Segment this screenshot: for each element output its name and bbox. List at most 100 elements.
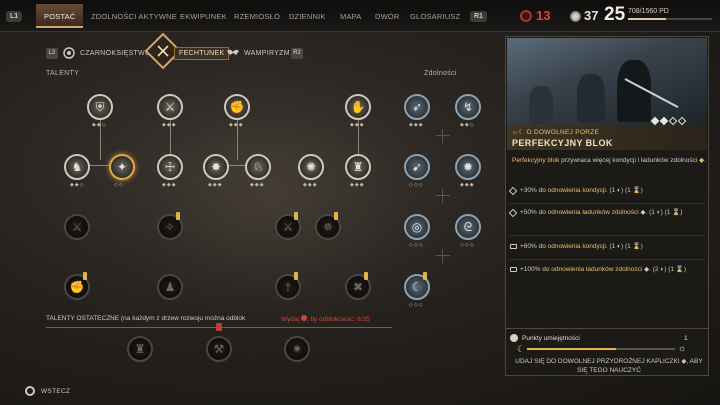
talent-node[interactable]: ♘ bbox=[245, 154, 271, 180]
talent-node[interactable]: ♞ bbox=[64, 154, 90, 180]
crossed-swords-icon bbox=[157, 45, 169, 57]
ability-rank-pips: ◆◆◆ bbox=[409, 122, 424, 128]
ability-node[interactable]: ◎ bbox=[404, 214, 430, 240]
prev-tab-key[interactable]: L1 bbox=[6, 11, 23, 22]
upgrade-prefix: +50% do bbox=[520, 209, 548, 216]
next-tab-key[interactable]: R1 bbox=[470, 11, 487, 22]
talent-title: PERFEKCYJNY BLOK bbox=[512, 138, 613, 148]
figure-icon: ♟ bbox=[164, 280, 176, 294]
talent-node-locked[interactable]: ⚔ bbox=[64, 214, 90, 240]
tab-postac[interactable]: POSTAĆ bbox=[36, 4, 84, 28]
tab-dziennik[interactable]: DZIENNIK bbox=[289, 12, 326, 21]
vampirism-tree-icon bbox=[227, 49, 239, 55]
talent-timing: ☼☾ O DOWOLNEJ PORZE bbox=[512, 129, 600, 136]
upgrade-separator bbox=[509, 203, 705, 204]
ability-node[interactable]: ➶ bbox=[404, 94, 430, 120]
slash-ability-icon: ↯ bbox=[462, 100, 474, 114]
talent-node[interactable]: ✊ bbox=[224, 94, 250, 120]
tab-glosariusz[interactable]: GLOSARIUSZ bbox=[410, 12, 460, 21]
tree-tab-vampirism[interactable]: WAMPIRYZM bbox=[244, 50, 290, 57]
talent-description-keyword: Perfekcyjny blok bbox=[512, 157, 560, 164]
talent-node[interactable]: ✺ bbox=[298, 154, 324, 180]
tab-dwor[interactable]: DWÓR bbox=[375, 12, 400, 21]
abilities-heading: Zdolności bbox=[424, 70, 457, 77]
locked-indicator-icon bbox=[364, 272, 368, 280]
book-bullet-icon bbox=[510, 267, 517, 272]
upgrade-separator bbox=[509, 235, 705, 236]
talent-node[interactable]: ⛨ bbox=[87, 94, 113, 120]
back-button-label[interactable]: WSTECZ bbox=[41, 388, 70, 395]
ultimate-unlock-cost: Wydaj , by odblokować: 8/35 bbox=[281, 315, 370, 323]
talent-rank-pips: ◆◆◆ bbox=[229, 122, 244, 128]
next-tree-key[interactable]: R2 bbox=[291, 48, 303, 59]
diamond-bullet-icon bbox=[508, 186, 518, 196]
skill-point-progress-fill bbox=[527, 348, 616, 350]
ultimate-talent-node[interactable]: ⚒ bbox=[206, 336, 232, 362]
locked-indicator-icon bbox=[294, 272, 298, 280]
upgrade-row[interactable]: +30% do odnowienia kondycji. (1 ◐) (1 ⌛) bbox=[508, 186, 705, 196]
book-bullet-icon bbox=[510, 244, 517, 249]
skill-points-label: Punkty umiejętności bbox=[522, 335, 580, 342]
ultimate-talent-node[interactable]: ✷ bbox=[284, 336, 310, 362]
tab-ekwipunek[interactable]: EKWIPUNEK bbox=[180, 12, 227, 21]
talent-node[interactable]: ✸ bbox=[203, 154, 229, 180]
tab-zdolnosci-aktywne[interactable]: ZDOLNOŚCI AKTYWNE bbox=[91, 12, 177, 21]
tree-tab-sorcery[interactable]: CZARNOKSIĘSTWO bbox=[80, 50, 151, 57]
upgrade-keyword: odnowienia kondycji bbox=[547, 187, 606, 194]
talent-description-text: przywraca więcej kondycji i ładunków zdo… bbox=[559, 157, 698, 164]
charge-icon: ◆ bbox=[699, 157, 705, 164]
xp-readout: 708/1560 PD bbox=[628, 8, 669, 15]
talent-timing-text: O DOWOLNEJ PORZE bbox=[526, 129, 600, 136]
xp-bar bbox=[628, 18, 712, 20]
talents-heading: TALENTY bbox=[46, 70, 80, 77]
prev-tree-key[interactable]: L2 bbox=[46, 48, 58, 59]
skill-point-progress bbox=[527, 348, 675, 350]
skill-points-value: 1 bbox=[684, 335, 688, 342]
upgrade-row[interactable]: +50% do odnowienia ładunków zdolności ◆.… bbox=[508, 208, 705, 218]
page-dot bbox=[677, 116, 687, 126]
talent-description: Perfekcyjny blok przywraca więcej kondyc… bbox=[512, 157, 706, 164]
lunge-ability-icon: ➹ bbox=[411, 160, 423, 174]
talent-node[interactable]: ♜ bbox=[345, 154, 371, 180]
talent-rank-pips: ◆◆◆ bbox=[162, 122, 177, 128]
upgrade-row[interactable]: +100% do odnowienia ładunków zdolności ◆… bbox=[509, 265, 705, 275]
diamond-bullet-icon bbox=[508, 208, 518, 218]
ability-node[interactable]: ᘓ bbox=[455, 214, 481, 240]
shield-icon: ⛨ bbox=[95, 99, 105, 114]
talent-node-perfect-block[interactable]: ✦ bbox=[109, 154, 135, 180]
ultimate-talent-node[interactable]: ♜ bbox=[127, 336, 153, 362]
locked-indicator-icon bbox=[294, 212, 298, 220]
talent-rank-pips: ◆◆◇ bbox=[70, 182, 85, 188]
empty-slot-cross bbox=[436, 129, 450, 143]
page-dot bbox=[659, 116, 669, 126]
talent-node[interactable]: ⚔ bbox=[157, 94, 183, 120]
upgrade-cost: ◆. (2 ◐) (1 ⌛) bbox=[642, 266, 687, 273]
xp-bar-fill bbox=[628, 18, 667, 20]
ability-rank-pips: ◇◇◇ bbox=[409, 302, 424, 308]
warrior-icon: ♞ bbox=[71, 160, 83, 174]
arm-strength-icon: ✊ bbox=[229, 100, 245, 114]
helmet-icon: ♜ bbox=[134, 342, 146, 356]
talent-node[interactable]: ☩ bbox=[157, 154, 183, 180]
moon-icon: ☾ bbox=[517, 344, 526, 354]
blade-ability-icon: ➶ bbox=[411, 100, 423, 114]
upgrade-cost: . (1 ◐) (1 ⌛) bbox=[605, 243, 643, 250]
talent-rank-pips: ◆◆◆ bbox=[162, 182, 177, 188]
hand-icon: ☩ bbox=[164, 160, 176, 174]
back-button-icon[interactable] bbox=[25, 386, 35, 396]
ability-node[interactable]: ✹ bbox=[455, 154, 481, 180]
spiral-ability-icon: ᘓ bbox=[463, 219, 473, 234]
tab-rzemioslo[interactable]: RZEMIOSŁO bbox=[234, 12, 280, 21]
upgrade-row[interactable]: +60% do odnowienia kondycji. (1 ◐) (1 ⌛) bbox=[509, 242, 705, 252]
page-dot bbox=[668, 116, 678, 126]
locked-indicator-icon bbox=[334, 212, 338, 220]
tab-mapa[interactable]: MAPA bbox=[340, 12, 362, 21]
talent-node-locked[interactable]: ♟ bbox=[157, 274, 183, 300]
tree-tab-swordplay[interactable]: FECHTUNEK bbox=[174, 47, 230, 60]
upgrade-separator bbox=[509, 259, 705, 260]
ability-node[interactable]: ↯ bbox=[455, 94, 481, 120]
talent-node[interactable]: ✋ bbox=[345, 94, 371, 120]
preview-page-indicator bbox=[650, 116, 687, 126]
character-level: 25 bbox=[604, 4, 626, 25]
ability-node[interactable]: ➹ bbox=[404, 154, 430, 180]
